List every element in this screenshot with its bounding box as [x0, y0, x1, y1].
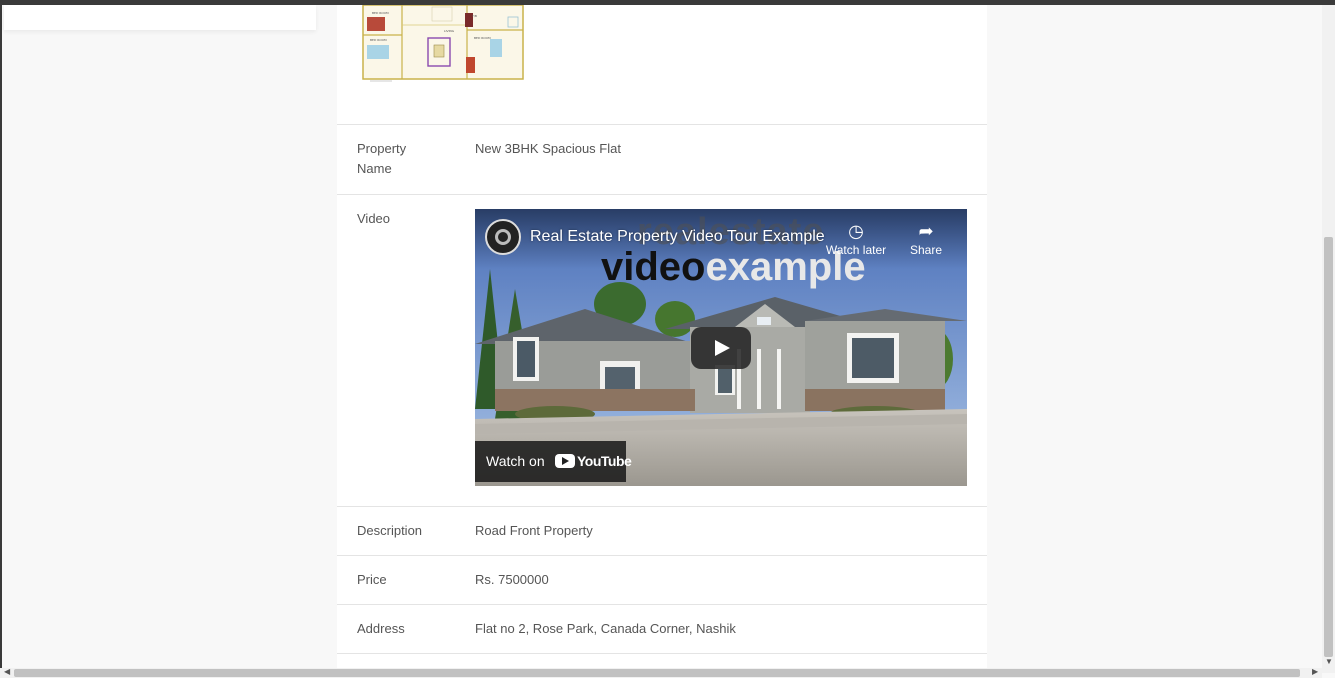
detail-row-address: Address Flat no 2, Rose Park, Canada Cor…: [337, 604, 987, 653]
svg-text:BED ROOM: BED ROOM: [474, 36, 491, 40]
scroll-down-arrow-icon[interactable]: ▼: [1325, 657, 1333, 666]
detail-row-video: Video realestate videoexample Real Estat…: [337, 194, 987, 507]
description-label: Description: [357, 523, 423, 538]
address-value: Flat no 2, Rose Park, Canada Corner, Nas…: [475, 621, 736, 636]
watch-on-youtube-button[interactable]: Watch on YouTube: [475, 441, 632, 482]
watch-later-label: Watch later: [825, 243, 887, 257]
horizontal-scrollbar-thumb[interactable]: [14, 669, 1300, 677]
sidebar-card: [4, 5, 316, 30]
scroll-left-arrow-icon[interactable]: ◀: [4, 667, 10, 676]
floorplan-image: BED ROOM T/B BED ROOM BED ROOM LIVING: [362, 5, 524, 82]
svg-text:BED ROOM: BED ROOM: [372, 11, 389, 15]
horizontal-scrollbar[interactable]: ◀ ▶: [0, 667, 1322, 678]
svg-text:LIVING: LIVING: [444, 29, 455, 33]
watermark-dark-word: video: [601, 245, 706, 289]
detail-row-property-name: Property Name New 3BHK Spacious Flat: [337, 124, 987, 194]
watch-on-label: Watch on: [486, 453, 545, 469]
play-button[interactable]: [691, 327, 751, 369]
channel-avatar[interactable]: [485, 219, 521, 255]
svg-text:BED ROOM: BED ROOM: [370, 38, 387, 42]
video-title[interactable]: Real Estate Property Video Tour Example: [530, 228, 825, 246]
browser-viewport: BED ROOM T/B BED ROOM BED ROOM LIVING Pr…: [0, 0, 1335, 678]
clock-icon: ◷: [848, 221, 864, 241]
video-label: Video: [357, 211, 391, 226]
share-button[interactable]: ➦ Share: [891, 219, 961, 257]
vertical-scrollbar-thumb[interactable]: [1324, 237, 1333, 657]
property-name-value: New 3BHK Spacious Flat: [475, 141, 621, 156]
price-label: Price: [357, 572, 387, 587]
property-details-panel: BED ROOM T/B BED ROOM BED ROOM LIVING Pr…: [337, 5, 987, 678]
floorplan-cell: BED ROOM T/B BED ROOM BED ROOM LIVING: [337, 5, 987, 124]
scroll-right-arrow-icon[interactable]: ▶: [1312, 667, 1318, 676]
youtube-wordmark: YouTube: [577, 453, 632, 469]
share-arrow-icon: ➦: [918, 221, 934, 241]
youtube-logo-icon: [555, 454, 575, 468]
detail-row-price: Price Rs. 7500000: [337, 555, 987, 604]
left-edge-bar: [0, 0, 2, 678]
description-value: Road Front Property: [475, 523, 593, 538]
property-name-label: Property Name: [357, 141, 407, 176]
svg-text:T/B: T/B: [471, 14, 477, 18]
vertical-scrollbar[interactable]: ▼: [1322, 5, 1335, 673]
address-label: Address: [357, 621, 405, 636]
share-label: Share: [909, 243, 943, 257]
price-value: Rs. 7500000: [475, 572, 549, 587]
youtube-video-embed[interactable]: realestate videoexample Real Estate Prop…: [475, 209, 967, 486]
watch-later-button[interactable]: ◷ Watch later: [821, 219, 891, 257]
detail-row-description: Description Road Front Property: [337, 506, 987, 555]
